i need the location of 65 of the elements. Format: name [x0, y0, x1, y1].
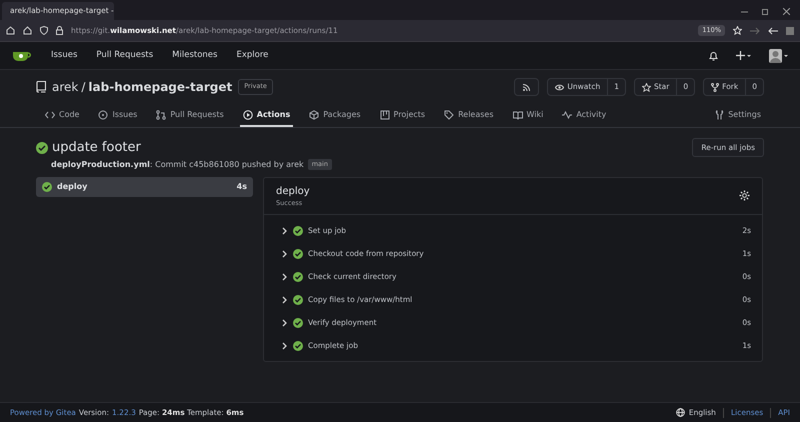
- star-icon: [642, 82, 651, 92]
- chevron-icon[interactable]: [282, 250, 288, 258]
- run-meta: deployProduction.yml: Commit c45b861080 pushed by arek: [51, 158, 304, 170]
- logo-icon[interactable]: [12, 50, 32, 62]
- play-icon: [242, 110, 253, 120]
- job-name: deploy: [276, 184, 310, 198]
- package-icon: [309, 110, 320, 120]
- repo-tab[interactable]: Code: [42, 104, 82, 127]
- board-icon: [380, 110, 390, 120]
- arrow-right-icon[interactable]: [750, 26, 760, 34]
- success-icon: [293, 248, 303, 259]
- circle-dot-icon: [98, 110, 108, 120]
- nav-link[interactable]: Issues: [51, 49, 78, 62]
- arrow-left-icon[interactable]: [768, 26, 778, 34]
- chevron-icon[interactable]: [282, 272, 288, 281]
- success-icon: [293, 318, 303, 328]
- pull-request-icon: [156, 110, 166, 120]
- bell-icon[interactable]: [709, 50, 718, 60]
- job-duration: 4s: [236, 180, 247, 192]
- chevron-icon[interactable]: [282, 296, 288, 304]
- close-icon[interactable]: [783, 8, 790, 15]
- success-icon: [293, 340, 303, 351]
- repo-tab[interactable]: Issues: [95, 104, 140, 127]
- success-icon: [36, 142, 48, 154]
- rss-button[interactable]: [514, 78, 540, 96]
- repo-tab[interactable]: Activity: [559, 104, 610, 127]
- nav-link[interactable]: Pull Requests: [96, 49, 154, 62]
- code-icon: [45, 110, 55, 120]
- nav-link[interactable]: Milestones: [172, 49, 218, 62]
- home-icon[interactable]: [23, 26, 32, 35]
- repo-tab[interactable]: Pull Requests: [153, 104, 227, 127]
- repo-tab[interactable]: Wiki: [510, 104, 546, 127]
- chevron-icon[interactable]: [282, 226, 288, 235]
- tag-icon: [444, 110, 454, 120]
- repo-icon: [36, 81, 46, 93]
- repo-owner[interactable]: arek: [52, 78, 78, 96]
- repo-tab[interactable]: Packages: [306, 104, 364, 127]
- nav-link[interactable]: Explore: [236, 49, 268, 62]
- rss-icon: [523, 84, 530, 90]
- path-separator: /: [81, 79, 86, 96]
- plus-dropdown-icon[interactable]: [736, 51, 751, 60]
- pulse-icon: [562, 110, 572, 120]
- chevron-icon[interactable]: [282, 342, 288, 350]
- settings-tab[interactable]: Settings: [712, 104, 764, 127]
- success-icon: [293, 272, 303, 282]
- avatar-icon[interactable]: [769, 48, 788, 62]
- repo-tab[interactable]: Actions: [240, 104, 294, 127]
- fork-icon: [711, 82, 720, 92]
- repo-tab[interactable]: Releases: [441, 104, 497, 127]
- chevron-icon[interactable]: [282, 318, 288, 327]
- run-title: update footer: [52, 139, 141, 157]
- success-icon: [42, 182, 52, 192]
- star-icon[interactable]: [733, 26, 742, 35]
- job-name: deploy: [57, 180, 88, 192]
- job-item[interactable]: deploy 4s: [36, 176, 253, 196]
- success-icon: [293, 294, 303, 305]
- lock-icon: [56, 26, 63, 35]
- shield-icon[interactable]: [40, 26, 48, 35]
- repo-name[interactable]: lab-homepage-target: [88, 78, 232, 96]
- eye-icon: [555, 84, 564, 90]
- restore-icon[interactable]: [762, 8, 769, 15]
- book-icon: [512, 110, 523, 120]
- repo-tab[interactable]: Projects: [376, 104, 428, 127]
- globe-icon: [676, 408, 685, 417]
- success-icon: [293, 226, 303, 236]
